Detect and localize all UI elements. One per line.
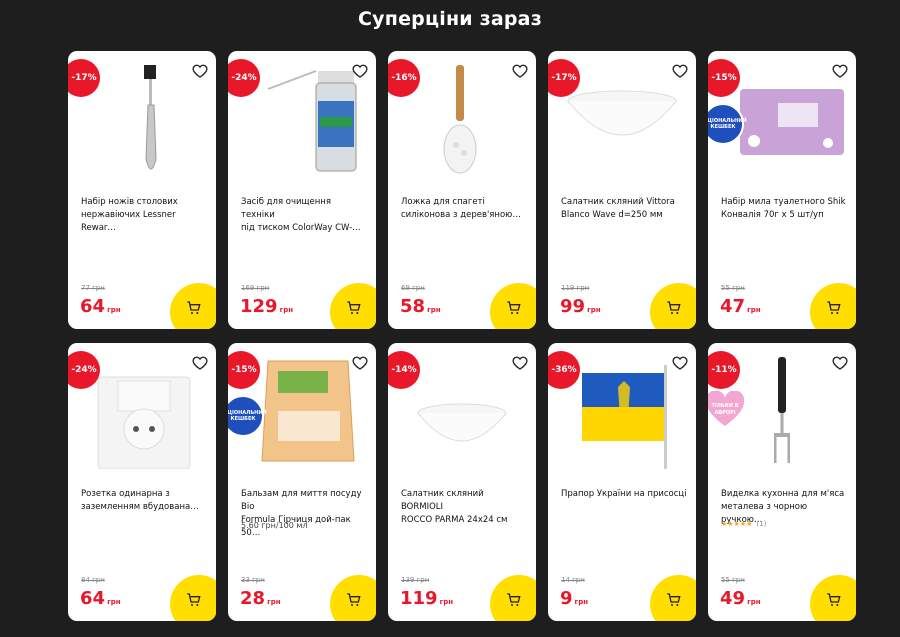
price-value: 9: [560, 588, 573, 609]
price: 28 грн: [240, 588, 281, 609]
price: 9 грн: [560, 588, 588, 609]
old-price: 84 грн: [81, 576, 105, 584]
cart-icon: [187, 301, 201, 314]
product-card[interactable]: -24% Засіб для очищення техніки під тиск…: [228, 51, 376, 329]
svg-text:АВРОРІ: АВРОРІ: [714, 410, 735, 416]
unit-price: 5.60 грн/100 мл: [241, 521, 308, 530]
product-name[interactable]: Ложка для спагеті силіконова з дерев'яно…: [401, 196, 527, 222]
product-card[interactable]: -11% ТІЛЬКИ В АВРОРІ Виделка кухонна для…: [708, 343, 856, 621]
rating[interactable]: ★★★★★ (1): [721, 520, 766, 528]
price-value: 49: [720, 588, 746, 609]
add-to-cart-button[interactable]: [650, 575, 696, 621]
heart-icon[interactable]: [352, 355, 368, 371]
price-value: 64: [80, 296, 106, 317]
product-name[interactable]: Набір ножів столових нержавіючих Lessner…: [81, 196, 207, 235]
heart-icon[interactable]: [832, 355, 848, 371]
old-price: 169 грн: [241, 284, 270, 292]
rating-stars: ★★★★★: [721, 520, 753, 528]
old-price: 77 грн: [81, 284, 105, 292]
currency: грн: [107, 598, 121, 606]
heart-icon[interactable]: [352, 63, 368, 79]
price-value: 99: [560, 296, 586, 317]
add-to-cart-button[interactable]: [810, 575, 856, 621]
price-value: 47: [720, 296, 746, 317]
add-to-cart-button[interactable]: [490, 283, 536, 329]
cart-icon: [667, 301, 681, 314]
heart-icon[interactable]: [512, 355, 528, 371]
product-grid: -17% Набір ножів столових нержавіючих Le…: [68, 51, 856, 621]
add-to-cart-button[interactable]: [490, 575, 536, 621]
product-name[interactable]: Салатник скляний Vittora Blanco Wave d=2…: [561, 196, 687, 222]
price: 49 грн: [720, 588, 761, 609]
old-price: 139 грн: [401, 576, 430, 584]
add-to-cart-button[interactable]: [650, 283, 696, 329]
add-to-cart-button[interactable]: [170, 283, 216, 329]
currency: грн: [747, 306, 761, 314]
currency: грн: [427, 306, 441, 314]
price: 47 грн: [720, 296, 761, 317]
product-card[interactable]: -36% Прапор України на присосці 14 грн 9…: [548, 343, 696, 621]
product-card[interactable]: -17% Салатник скляний Vittora Blanco Wav…: [548, 51, 696, 329]
product-name[interactable]: Прапор України на присосці: [561, 488, 687, 501]
currency: грн: [107, 306, 121, 314]
price: 99 грн: [560, 296, 601, 317]
price: 119 грн: [400, 588, 453, 609]
heart-icon[interactable]: [512, 63, 528, 79]
heart-icon[interactable]: [192, 63, 208, 79]
product-card[interactable]: -14% Салатник скляний BORMIOLI ROCCO PAR…: [388, 343, 536, 621]
heart-icon[interactable]: [192, 355, 208, 371]
product-card[interactable]: -16% Ложка для спагеті силіконова з дере…: [388, 51, 536, 329]
svg-text:ТІЛЬКИ В: ТІЛЬКИ В: [711, 403, 738, 409]
page-title: Суперціни зараз: [358, 8, 542, 30]
product-card[interactable]: -15% НАЦІОНАЛЬНИЙ КЕШБЕК Набір мила туал…: [708, 51, 856, 329]
currency: грн: [267, 598, 281, 606]
cart-icon: [827, 593, 841, 606]
add-to-cart-button[interactable]: [810, 283, 856, 329]
currency: грн: [587, 306, 601, 314]
old-price: 69 грн: [401, 284, 425, 292]
product-card[interactable]: -24% Розетка одинарна з заземленням вбуд…: [68, 343, 216, 621]
product-name[interactable]: Бальзам для миття посуду Bio Formula Гір…: [241, 488, 367, 540]
price-value: 119: [400, 588, 438, 609]
old-price: 14 грн: [561, 576, 585, 584]
cart-icon: [187, 593, 201, 606]
add-to-cart-button[interactable]: [330, 575, 376, 621]
product-name[interactable]: Салатник скляний BORMIOLI ROCCO PARMA 24…: [401, 488, 527, 527]
old-price: 55 грн: [721, 576, 745, 584]
old-price: 119 грн: [561, 284, 590, 292]
product-card[interactable]: -15% НАЦІОНАЛЬНИЙ КЕШБЕК Бальзам для мит…: [228, 343, 376, 621]
product-name[interactable]: Засіб для очищення техніки під тиском Co…: [241, 196, 367, 235]
review-count: (1): [756, 520, 767, 528]
currency: грн: [439, 598, 454, 606]
price-value: 129: [240, 296, 278, 317]
price: 64 грн: [80, 588, 121, 609]
price-value: 58: [400, 296, 426, 317]
price: 64 грн: [80, 296, 121, 317]
heart-icon[interactable]: [832, 63, 848, 79]
price-value: 28: [240, 588, 266, 609]
cart-icon: [507, 593, 521, 606]
price: 58 грн: [400, 296, 441, 317]
cart-icon: [507, 301, 521, 314]
add-to-cart-button[interactable]: [170, 575, 216, 621]
cart-icon: [347, 301, 361, 314]
currency: грн: [279, 306, 294, 314]
old-price: 33 грн: [241, 576, 265, 584]
heart-icon[interactable]: [672, 355, 688, 371]
product-name[interactable]: Набір мила туалетного Shik Конвалія 70г …: [721, 196, 847, 222]
app-only-badge: ТІЛЬКИ В АВРОРІ: [708, 391, 745, 426]
currency: грн: [747, 598, 761, 606]
old-price: 55 грн: [721, 284, 745, 292]
price: 129 грн: [240, 296, 293, 317]
product-card[interactable]: -17% Набір ножів столових нержавіючих Le…: [68, 51, 216, 329]
product-name[interactable]: Розетка одинарна з заземленням вбудована…: [81, 488, 207, 514]
price-value: 64: [80, 588, 106, 609]
currency: грн: [574, 598, 589, 606]
cart-icon: [667, 593, 681, 606]
heart-icon[interactable]: [672, 63, 688, 79]
cart-icon: [347, 593, 361, 606]
add-to-cart-button[interactable]: [330, 283, 376, 329]
cart-icon: [827, 301, 841, 314]
